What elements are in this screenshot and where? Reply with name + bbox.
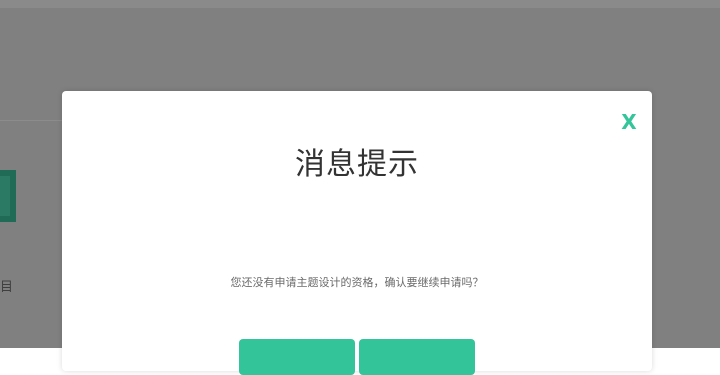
dialog-message: 您还没有申请主题设计的资格，确认要继续申请吗？ (230, 276, 484, 289)
dialog-title: 消息提示 (295, 147, 419, 182)
background-header (0, 0, 720, 8)
close-icon[interactable]: X (620, 112, 638, 132)
background-text-fragment: 目 (0, 280, 14, 292)
message-dialog: X 消息提示 您还没有申请主题设计的资格，确认要继续申请吗？ (62, 91, 652, 375)
background-accent-block (0, 170, 16, 222)
cancel-button[interactable] (359, 339, 475, 375)
confirm-button[interactable] (239, 339, 355, 375)
background-divider (0, 120, 62, 121)
